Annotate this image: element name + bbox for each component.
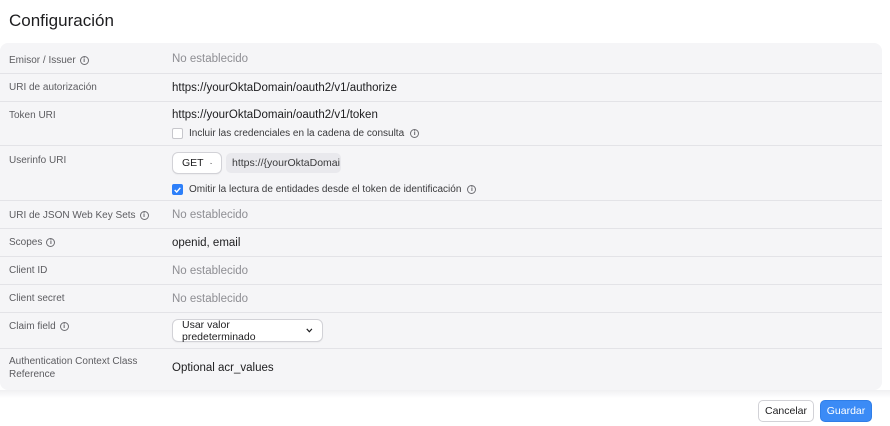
- client-secret-label-wrap: Client secret: [9, 292, 65, 305]
- userinfo-uri-label-wrap: Userinfo URI: [9, 154, 66, 167]
- info-icon[interactable]: i: [79, 56, 89, 65]
- row-token-uri: Token URI https://yourOktaDomain/oauth2/…: [0, 102, 882, 146]
- http-method-select[interactable]: GET: [172, 152, 222, 174]
- skip-id-token-checkbox[interactable]: [172, 184, 183, 195]
- scopes-label: Scopes: [9, 237, 43, 248]
- auth-uri-label-wrap: URI de autorización: [9, 81, 97, 94]
- info-icon[interactable]: i: [467, 185, 477, 194]
- chevron-down-icon: [306, 328, 313, 333]
- acr-value[interactable]: Optional acr_values: [172, 362, 274, 374]
- page-title: Configuración: [9, 11, 114, 30]
- row-userinfo-uri: Userinfo URI GET https://{yourOktaDomai …: [0, 146, 882, 201]
- jwks-uri-value[interactable]: No establecido: [172, 209, 248, 221]
- client-id-label-wrap: Client ID: [9, 264, 47, 277]
- issuer-label-wrap: Emisor / Issuer i: [9, 54, 89, 67]
- skip-id-token-label: Omitir la lectura de entidades desde el …: [189, 184, 462, 195]
- client-id-label: Client ID: [9, 265, 48, 276]
- include-credentials-label: Incluir las credenciales en la cadena de…: [189, 128, 405, 139]
- claim-field-select[interactable]: Usar valor predeterminado: [172, 318, 323, 343]
- skip-id-token-option[interactable]: Omitir la lectura de entidades desde el …: [172, 184, 477, 195]
- client-id-value[interactable]: No establecido: [172, 265, 248, 277]
- client-secret-value[interactable]: No establecido: [172, 293, 248, 305]
- token-uri-label-wrap: Token URI: [9, 109, 56, 122]
- acr-label-line2: Reference: [9, 369, 56, 380]
- auth-uri-label: URI de autorización: [9, 82, 97, 93]
- info-icon[interactable]: i: [46, 238, 56, 247]
- scopes-label-wrap: Scopes i: [9, 236, 56, 249]
- info-icon[interactable]: i: [139, 211, 149, 220]
- info-icon[interactable]: i: [410, 129, 420, 138]
- token-uri-label: Token URI: [9, 110, 56, 121]
- issuer-label: Emisor / Issuer: [9, 55, 76, 66]
- row-auth-uri: URI de autorización https://yourOktaDoma…: [0, 74, 882, 102]
- cancel-button[interactable]: Cancelar: [758, 400, 814, 422]
- jwks-uri-label-wrap: URI de JSON Web Key Sets i: [9, 209, 149, 222]
- acr-label-line1: Authentication Context Class: [9, 356, 138, 367]
- row-issuer: Emisor / Issuer i No establecido: [0, 43, 882, 74]
- userinfo-uri-input[interactable]: https://{yourOktaDomai: [226, 153, 341, 173]
- http-method-value: GET: [182, 157, 204, 169]
- client-secret-label: Client secret: [9, 293, 65, 304]
- row-acr: Authentication Context Class Reference O…: [0, 349, 882, 390]
- checkmark-icon: [174, 186, 181, 193]
- claim-field-value: Usar valor predeterminado: [182, 318, 256, 343]
- acr-label: Authentication Context Class Reference: [9, 355, 137, 381]
- token-uri-value[interactable]: https://yourOktaDomain/oauth2/v1/token: [172, 109, 378, 121]
- info-icon[interactable]: i: [59, 322, 69, 331]
- chevron-down-icon: [209, 162, 212, 164]
- scopes-value[interactable]: openid, email: [172, 237, 240, 249]
- row-scopes: Scopes i openid, email: [0, 229, 882, 257]
- claim-field-label: Claim field: [9, 321, 56, 332]
- footer-bar: [0, 390, 890, 426]
- row-jwks-uri: URI de JSON Web Key Sets i No establecid…: [0, 201, 882, 229]
- claim-field-label-wrap: Claim field i: [9, 320, 69, 333]
- include-credentials-checkbox[interactable]: [172, 128, 183, 139]
- row-claim-field: Claim field i Usar valor predeterminado: [0, 313, 882, 349]
- userinfo-uri-label: Userinfo URI: [9, 155, 67, 166]
- include-credentials-option[interactable]: Incluir las credenciales en la cadena de…: [172, 128, 420, 139]
- auth-uri-value[interactable]: https://yourOktaDomain/oauth2/v1/authori…: [172, 82, 397, 94]
- issuer-value[interactable]: No establecido: [172, 53, 248, 65]
- save-button[interactable]: Guardar: [820, 400, 872, 422]
- row-client-id: Client ID No establecido: [0, 257, 882, 285]
- row-client-secret: Client secret No establecido: [0, 285, 882, 313]
- jwks-uri-label: URI de JSON Web Key Sets: [9, 210, 136, 221]
- configuration-panel: Emisor / Issuer i No establecido URI de …: [0, 43, 882, 390]
